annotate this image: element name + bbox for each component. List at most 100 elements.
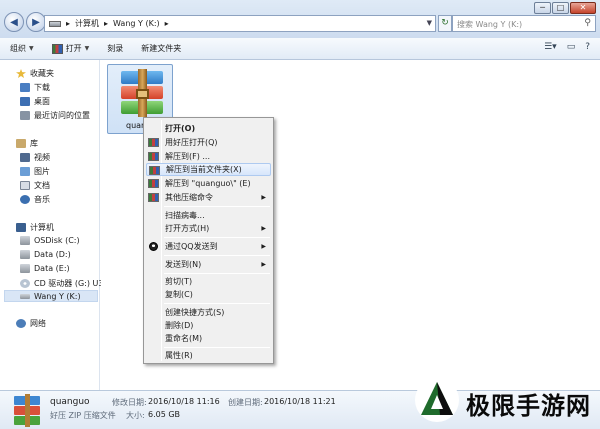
sidebar-item-label: 图片 — [34, 167, 50, 176]
created-label: 创建日期: — [228, 398, 263, 407]
sidebar-item-wang[interactable]: Wang Y (K:) — [4, 290, 98, 302]
sidebar-item-recent[interactable]: 最近访问的位置 — [20, 110, 90, 121]
address-bar[interactable]: ▸ 计算机 ▸ Wang Y (K:) ▸ ▼ — [44, 15, 436, 32]
menu-item-extract-here[interactable]: 解压到当前文件夹(X) — [146, 163, 271, 176]
pictures-icon — [20, 167, 30, 176]
sidebar-item-data-e[interactable]: Data (E:) — [20, 264, 70, 273]
breadcrumb-drive[interactable]: Wang Y (K:) — [113, 19, 160, 28]
modified-label: 修改日期: — [112, 398, 147, 407]
desktop-icon — [20, 97, 30, 106]
menu-separator — [164, 255, 270, 256]
drive-icon — [20, 264, 30, 273]
menu-item-open-haozip[interactable]: 用好压打开(Q) — [146, 136, 271, 149]
chevron-down-icon: ▼ — [84, 45, 90, 52]
new-folder-button[interactable]: 新建文件夹 — [141, 43, 181, 54]
library-icon — [16, 139, 26, 148]
view-options-icon[interactable]: ☰▾ — [544, 42, 557, 52]
menu-item-properties[interactable]: 属性(R) — [146, 349, 271, 362]
sidebar-item-label: 计算机 — [30, 223, 54, 232]
back-arrow-icon: ◀ — [10, 16, 18, 28]
sidebar-item-network[interactable]: 网络 — [16, 318, 46, 329]
haozip-icon — [148, 193, 159, 202]
close-button[interactable]: ✕ — [570, 2, 596, 14]
recent-places-icon — [20, 111, 30, 120]
address-dropdown-icon[interactable]: ▼ — [427, 19, 432, 27]
sidebar-item-osdisk[interactable]: OSDisk (C:) — [20, 236, 80, 245]
search-input[interactable]: 搜索 Wang Y (K:) ⚲ — [452, 15, 596, 32]
sidebar-item-music[interactable]: 音乐 — [20, 194, 50, 205]
menu-item-label: 发送到(N) — [165, 260, 202, 269]
sidebar-item-label: 文档 — [34, 181, 50, 190]
menu-item-label: 其他压缩命令 — [165, 193, 213, 202]
menu-item-qq-send[interactable]: 通过QQ发送到 ▶ — [146, 240, 271, 253]
navigation-pane: 收藏夹 下载 桌面 最近访问的位置 库 视频 图片 文档 音乐 计算机 OSDi… — [0, 60, 103, 390]
maximize-button[interactable]: □ — [552, 2, 569, 14]
sidebar-item-label: 最近访问的位置 — [34, 111, 90, 120]
sidebar-item-computer[interactable]: 计算机 — [16, 222, 54, 233]
menu-item-create-shortcut[interactable]: 创建快捷方式(S) — [146, 306, 271, 319]
open-label: 打开 — [65, 44, 82, 53]
menu-item-delete[interactable]: 删除(D) — [146, 319, 271, 332]
submenu-arrow-icon: ▶ — [261, 225, 266, 232]
qq-penguin-icon — [149, 242, 158, 251]
size-value: 6.05 GB — [148, 410, 181, 419]
menu-item-cut[interactable]: 剪切(T) — [146, 275, 271, 288]
menu-item-scan[interactable]: 扫描病毒... — [146, 209, 271, 222]
sidebar-item-label: Data (D:) — [34, 250, 71, 259]
documents-icon — [20, 181, 30, 190]
cd-drive-icon — [20, 279, 30, 288]
breadcrumb-computer[interactable]: 计算机 — [75, 18, 99, 29]
menu-item-open[interactable]: 打开(O) — [146, 122, 271, 135]
explorer-window: ─ □ ✕ ◀ ▶ ▼ ▸ 计算机 ▸ Wang Y (K:) ▸ ▼ ↻ 搜索… — [0, 0, 600, 429]
search-placeholder: 搜索 Wang Y (K:) — [457, 20, 523, 29]
menu-separator — [164, 206, 270, 207]
menu-item-extract-to[interactable]: 解压到(F) ... — [146, 150, 271, 163]
view-controls: ☰▾ ▭ ? — [544, 42, 590, 52]
address-sep[interactable]: ▸ — [165, 19, 169, 28]
menu-item-label: 属性(R) — [165, 351, 193, 360]
search-icon[interactable]: ⚲ — [584, 18, 591, 28]
sidebar-item-desktop[interactable]: 桌面 — [20, 96, 50, 107]
menu-item-open-with[interactable]: 打开方式(H) ▶ — [146, 222, 271, 235]
window-controls: ─ □ ✕ — [534, 2, 596, 14]
open-button[interactable]: 打开 ▼ — [51, 43, 90, 54]
forward-button[interactable]: ▶ — [26, 12, 46, 32]
help-icon[interactable]: ? — [585, 42, 590, 52]
menu-item-more-commands[interactable]: 其他压缩命令 ▶ — [146, 191, 271, 204]
command-bar: 组织 ▼ 打开 ▼ 刻录 新建文件夹 ☰▾ ▭ ? — [0, 38, 600, 60]
burn-button[interactable]: 刻录 — [107, 43, 123, 54]
drive-icon — [20, 250, 30, 259]
context-menu: 打开(O) 用好压打开(Q) 解压到(F) ... 解压到当前文件夹(X) 解压… — [143, 117, 274, 364]
menu-item-copy[interactable]: 复制(C) — [146, 288, 271, 301]
sidebar-item-label: 视频 — [34, 153, 50, 162]
address-sep[interactable]: ▸ — [104, 19, 108, 28]
videos-icon — [20, 153, 30, 162]
sidebar-item-pictures[interactable]: 图片 — [20, 166, 50, 177]
preview-pane-icon[interactable]: ▭ — [567, 42, 576, 52]
forward-arrow-icon: ▶ — [32, 16, 40, 28]
sidebar-item-label: OSDisk (C:) — [34, 236, 80, 245]
sidebar-item-favorites[interactable]: 收藏夹 — [16, 68, 54, 79]
sidebar-item-label: Data (E:) — [34, 264, 70, 273]
minimize-button[interactable]: ─ — [534, 2, 551, 14]
sidebar-item-videos[interactable]: 视频 — [20, 152, 50, 163]
sidebar-item-library[interactable]: 库 — [16, 138, 38, 149]
menu-item-rename[interactable]: 重命名(M) — [146, 332, 271, 345]
sidebar-item-downloads[interactable]: 下载 — [20, 82, 50, 93]
menu-item-extract-folder[interactable]: 解压到 "quanguo\" (E) — [146, 177, 271, 190]
organize-button[interactable]: 组织 ▼ — [10, 43, 34, 54]
refresh-button[interactable]: ↻ — [438, 15, 452, 32]
sidebar-item-data-d[interactable]: Data (D:) — [20, 250, 71, 259]
archive-icon — [121, 69, 163, 117]
menu-item-label: 打开方式(H) — [165, 224, 210, 233]
back-button[interactable]: ◀ — [4, 12, 24, 32]
menu-item-label: 解压到 "quanguo\" (E) — [165, 179, 251, 188]
sidebar-item-cd[interactable]: CD 驱动器 (G:) U3 — [20, 278, 103, 289]
menu-item-label: 删除(D) — [165, 321, 194, 330]
submenu-arrow-icon: ▶ — [261, 261, 266, 268]
sidebar-item-documents[interactable]: 文档 — [20, 180, 50, 191]
sidebar-item-label: 音乐 — [34, 195, 50, 204]
haozip-icon — [149, 166, 160, 175]
address-sep[interactable]: ▸ — [66, 19, 70, 28]
menu-item-send-to[interactable]: 发送到(N) ▶ — [146, 258, 271, 271]
